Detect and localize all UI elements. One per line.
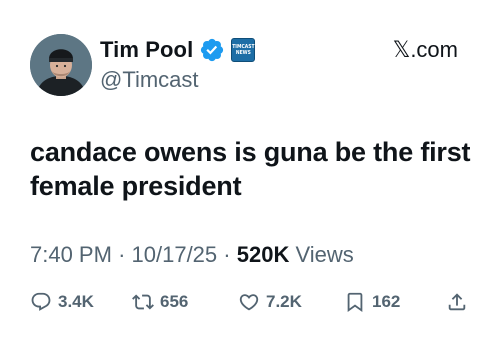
bookmark-count: 162	[372, 292, 401, 311]
repost-count: 656	[160, 292, 189, 311]
source-label: 𝕏.com	[392, 37, 458, 62]
action-bar: 3.4K 656 7.2K 162	[30, 289, 470, 315]
views-label: Views	[295, 242, 354, 267]
tweet-time[interactable]: 7:40 PM	[30, 242, 112, 267]
meta-separator: ·	[118, 242, 126, 267]
bookmark-button[interactable]: 162	[344, 289, 400, 315]
affiliate-badge-icon[interactable]: TIMCAST NEWS	[231, 38, 256, 62]
share-button[interactable]	[446, 289, 468, 315]
meta-separator: ·	[223, 242, 231, 267]
tweet-card: Tim Pool TIMCAST NEWS @Timcast 𝕏.com can…	[0, 0, 500, 349]
tweet-date[interactable]: 10/17/25	[132, 242, 218, 267]
avatar[interactable]	[30, 34, 92, 96]
affiliate-badge-line-2: NEWS	[235, 50, 251, 56]
heart-icon	[239, 294, 259, 311]
like-count: 7.2K	[266, 292, 302, 311]
reply-button[interactable]: 3.4K	[30, 289, 94, 315]
repost-button[interactable]: 656	[132, 289, 188, 315]
share-icon	[448, 293, 466, 311]
reply-count: 3.4K	[58, 292, 94, 311]
tweet-text: candace owens is guna be the first femal…	[30, 137, 471, 201]
views-count: 520K	[236, 242, 290, 267]
avatar-image	[30, 34, 92, 96]
author-handle[interactable]: @Timcast	[100, 66, 199, 94]
bookmark-icon	[347, 292, 363, 313]
repost-icon	[132, 294, 154, 310]
reply-icon	[31, 292, 51, 311]
like-button[interactable]: 7.2K	[238, 289, 302, 315]
verified-badge-icon	[201, 38, 224, 62]
author-name-row: Tim Pool TIMCAST NEWS	[100, 35, 256, 65]
display-name[interactable]: Tim Pool	[100, 36, 193, 64]
tweet-meta: 7:40 PM · 10/17/25 · 520K Views	[30, 240, 354, 270]
